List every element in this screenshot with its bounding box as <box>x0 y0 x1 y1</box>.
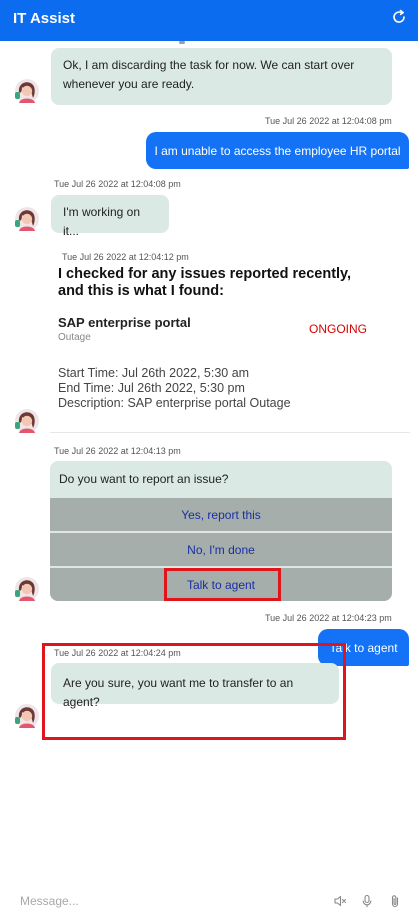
incident-service: SAP enterprise portal <box>58 315 191 330</box>
scroll-indicator[interactable] <box>179 41 185 44</box>
bot-avatar <box>13 703 39 729</box>
bot-message: I'm working on it... <box>51 195 169 238</box>
message-timestamp: Tue Jul 26 2022 at 12:04:08 pm <box>54 179 181 189</box>
message-timestamp: Tue Jul 26 2022 at 12:04:13 pm <box>54 446 181 456</box>
app-title: IT Assist <box>13 10 75 27</box>
highlight-box-talk-to-agent <box>164 568 281 601</box>
message-timestamp: Tue Jul 26 2022 at 12:04:08 pm <box>265 116 392 126</box>
incident-card: Tue Jul 26 2022 at 12:04:12 pm I checked… <box>50 245 410 433</box>
bot-message: Ok, I am discarding the task for now. We… <box>51 48 392 105</box>
bot-avatar <box>13 206 39 232</box>
bot-avatar <box>13 408 39 434</box>
yes-report-button[interactable]: Yes, report this <box>50 497 392 531</box>
mute-icon[interactable] <box>333 894 347 908</box>
message-input[interactable] <box>20 891 320 911</box>
message-timestamp: Tue Jul 26 2022 at 12:04:23 pm <box>265 613 392 623</box>
incident-status: ONGOING <box>309 322 368 336</box>
refresh-icon[interactable] <box>390 8 408 26</box>
bot-message: Are you sure, you want me to transfer to… <box>51 663 339 709</box>
incident-type: Outage <box>58 332 91 343</box>
user-message: I am unable to access the employee HR po… <box>146 132 409 169</box>
no-done-button[interactable]: No, I'm done <box>50 532 392 566</box>
attachment-icon[interactable] <box>388 894 402 908</box>
message-composer <box>0 886 418 918</box>
message-timestamp: Tue Jul 26 2022 at 12:04:24 pm <box>54 648 181 658</box>
quick-reply-prompt: Do you want to report an issue? <box>59 472 229 486</box>
app-header: IT Assist <box>0 0 418 41</box>
microphone-icon[interactable] <box>360 894 374 908</box>
incident-headline: I checked for any issues reported recent… <box>58 266 352 299</box>
bot-avatar <box>13 78 39 104</box>
incident-start-time: Start Time: Jul 26th 2022, 5:30 am <box>58 366 250 380</box>
incident-end-time: End Time: Jul 26th 2022, 5:30 pm <box>58 381 245 395</box>
incident-description: Description: SAP enterprise portal Outag… <box>58 396 291 410</box>
bot-avatar <box>13 576 39 602</box>
message-timestamp: Tue Jul 26 2022 at 12:04:12 pm <box>62 252 189 262</box>
